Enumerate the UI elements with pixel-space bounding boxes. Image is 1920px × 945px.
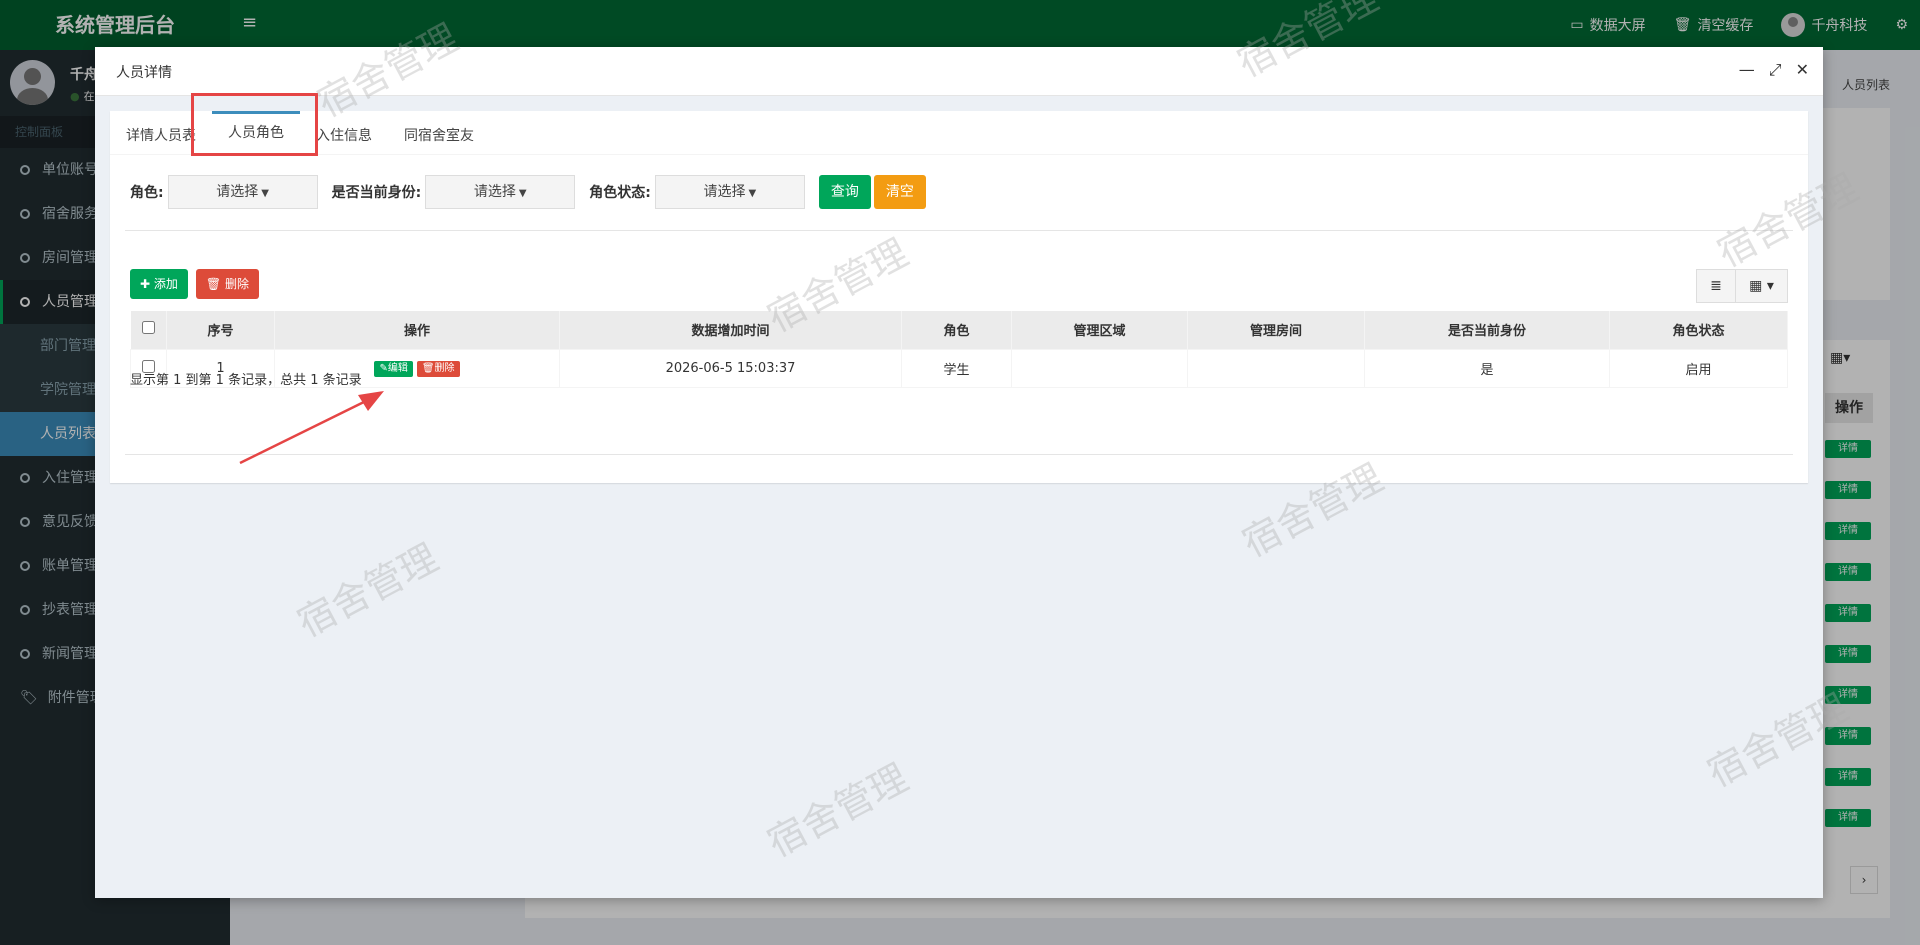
col-room[interactable]: 管理房间 (1187, 311, 1365, 349)
edit-button[interactable]: ✎编辑 (374, 360, 413, 377)
col-index[interactable]: 序号 (166, 311, 275, 349)
row-delete-button-label: 删除 (434, 362, 455, 374)
table-toolbar: ✚ 添加 🗑 删除 (130, 269, 259, 299)
modal-body: 详情人员表 人员角色 入住信息 同宿舍室友 角色: 请选择 ▼ 是否当前身份: 请… (95, 96, 1823, 898)
col-current-identity[interactable]: 是否当前身份 (1364, 311, 1610, 349)
modal-window-controls: — ⤢ ✕ (1739, 60, 1809, 80)
person-detail-modal: 人员详情 — ⤢ ✕ 详情人员表 人员角色 入住信息 同宿舍室友 角色: 请选择… (95, 47, 1823, 898)
caret-down-icon: ▼ (261, 188, 269, 199)
role-select-value: 请选择 (216, 184, 259, 200)
maximize-icon[interactable]: ⤢ (1769, 60, 1782, 80)
modal-header: 人员详情 — ⤢ ✕ (95, 47, 1823, 96)
tab-roommates[interactable]: 同宿舍室友 (388, 111, 490, 155)
divider (125, 230, 1793, 231)
caret-down-icon: ▼ (518, 188, 527, 199)
role-select[interactable]: 请选择 ▼ (167, 175, 318, 209)
columns-grid-icon[interactable]: ▦ ▾ (1736, 269, 1788, 303)
col-role-status[interactable]: 角色状态 (1609, 311, 1788, 349)
close-icon[interactable]: ✕ (1796, 60, 1809, 80)
col-area[interactable]: 管理区域 (1011, 311, 1188, 349)
cell-room (1187, 348, 1365, 388)
current-identity-filter-label: 是否当前身份: (331, 185, 422, 201)
cell-role-status: 启用 (1609, 348, 1788, 388)
cell-created-time: 2026-06-5 15:03:37 (559, 348, 902, 388)
query-button[interactable]: 查询 (818, 175, 871, 209)
annotation-highlight-box (191, 93, 318, 156)
current-identity-select[interactable]: 请选择 ▼ (425, 175, 576, 209)
role-filter-label: 角色: (130, 185, 164, 201)
add-button[interactable]: ✚ 添加 (130, 269, 188, 299)
current-identity-select-value: 请选择 (473, 184, 516, 200)
edit-icon: ✎ (379, 362, 388, 374)
modal-title: 人员详情 (116, 65, 172, 81)
delete-button-label: 删除 (224, 277, 249, 291)
trash-icon: 🗑 (205, 277, 225, 291)
annotation-arrow (239, 391, 384, 465)
minimize-icon[interactable]: — (1739, 60, 1755, 80)
col-role[interactable]: 角色 (901, 311, 1012, 349)
col-created-time[interactable]: 数据增加时间 (559, 311, 902, 349)
col-actions: 操作 (274, 311, 560, 349)
trash-icon: 🗑 (421, 362, 435, 374)
role-table: 序号 操作 数据增加时间 角色 管理区域 管理房间 是否当前身份 角色状态 1 (130, 311, 1788, 388)
table-row: 1 ✎编辑 🗑删除 2026-06-5 15:03:37 学生 是 启用 (130, 348, 1788, 388)
role-status-select[interactable]: 请选择 ▼ (654, 175, 805, 209)
table-header-row: 序号 操作 数据增加时间 角色 管理区域 管理房间 是否当前身份 角色状态 (130, 311, 1788, 349)
cell-current-identity: 是 (1364, 348, 1610, 388)
plus-icon: ✚ (140, 277, 154, 291)
clear-button[interactable]: 清空 (873, 175, 926, 209)
list-view-icon[interactable]: ≣ (1696, 269, 1736, 303)
add-button-label: 添加 (153, 277, 178, 291)
cell-role: 学生 (901, 348, 1012, 388)
edit-button-label: 编辑 (387, 362, 408, 374)
role-status-filter-label: 角色状态: (589, 185, 651, 201)
delete-button[interactable]: 🗑 删除 (195, 269, 259, 299)
tab-bar: 详情人员表 人员角色 入住信息 同宿舍室友 (110, 111, 1808, 155)
select-all-checkbox[interactable] (141, 321, 155, 335)
row-delete-button[interactable]: 🗑删除 (416, 360, 460, 377)
caret-down-icon: ▼ (748, 188, 757, 199)
role-status-select-value: 请选择 (703, 184, 746, 200)
select-all-cell (130, 311, 167, 349)
filter-bar: 角色: 请选择 ▼ 是否当前身份: 请选择 ▼ 角色状态: 请选择 ▼ 查询 清空 (130, 175, 926, 209)
view-toggle-group: ≣ ▦ ▾ (1696, 269, 1788, 303)
cell-area (1011, 348, 1188, 388)
